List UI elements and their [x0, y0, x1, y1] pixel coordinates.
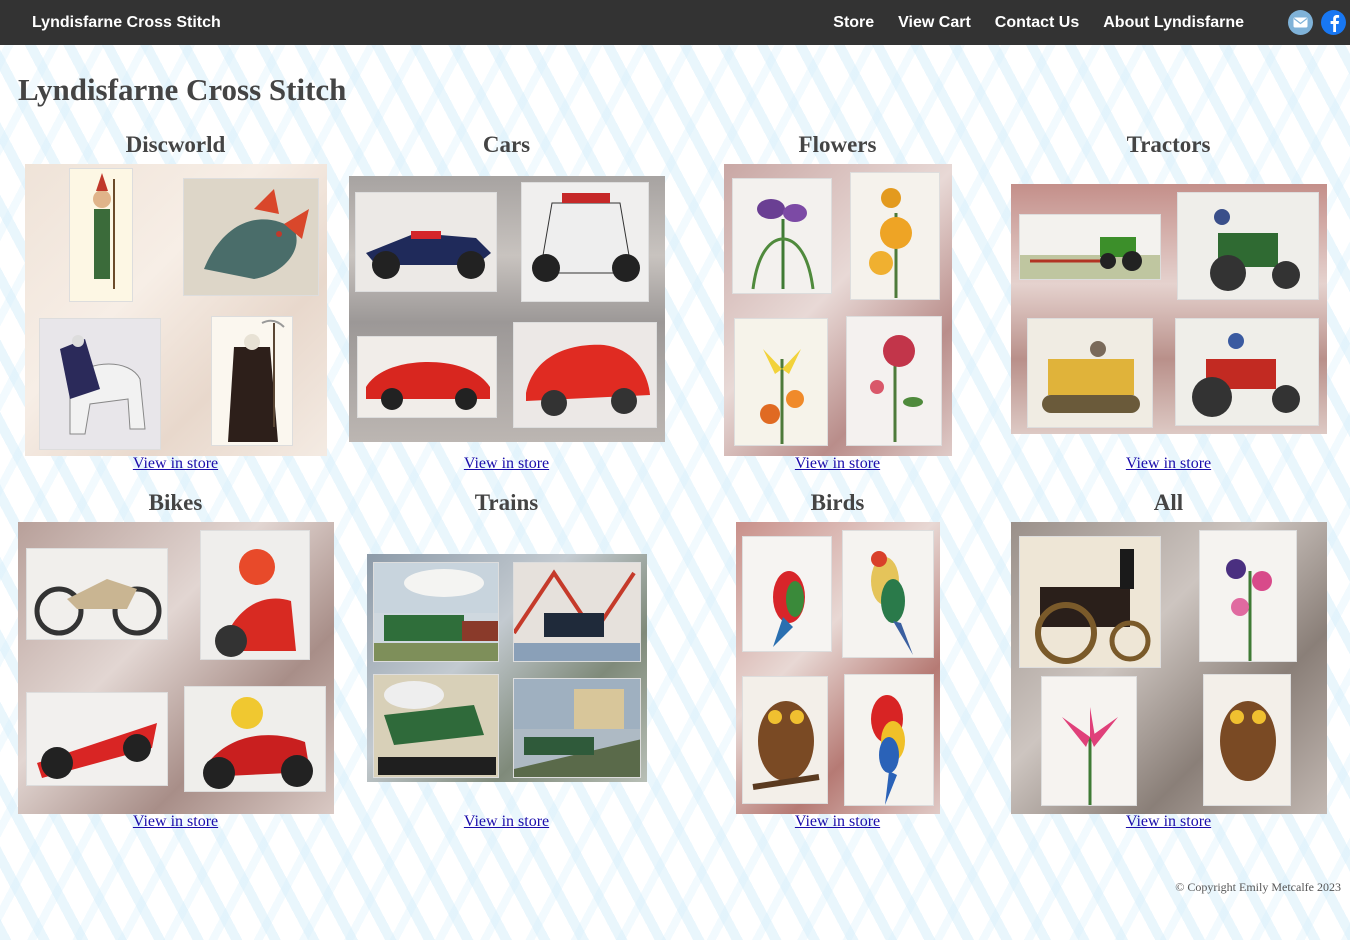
tile-f1-redbull — [354, 192, 497, 292]
category-image-all[interactable] — [1010, 522, 1327, 814]
category-image-discworld[interactable] — [24, 164, 327, 456]
category-image-flowers[interactable] — [723, 164, 952, 456]
tile-macaw — [843, 674, 934, 806]
category-grid: Discworld View in store Cars View in sto… — [10, 130, 1341, 838]
tile-dragon — [182, 178, 319, 296]
tile-sweet-pea — [1198, 530, 1297, 662]
tile-lily — [733, 318, 828, 446]
nav-contact-link[interactable]: Contact Us — [995, 14, 1079, 32]
tile-owl-all — [1202, 674, 1291, 806]
tile-jaguar — [356, 336, 497, 418]
tile-f1-honda — [520, 182, 649, 302]
category-title: All — [1153, 490, 1184, 515]
view-in-store-link[interactable]: View in store — [1003, 813, 1334, 831]
category-image-birds[interactable] — [735, 522, 940, 814]
copyright-footer: © Copyright Emily Metcalfe 2023 — [1175, 880, 1341, 894]
page-title: Lyndisfarne Cross Stitch — [18, 72, 347, 107]
mail-icon[interactable] — [1288, 10, 1313, 35]
view-in-store-link[interactable]: View in store — [341, 813, 672, 831]
nav-links: Store View Cart Contact Us About Lyndisf… — [809, 14, 1244, 32]
category-title: Flowers — [798, 132, 877, 157]
category-card-flowers: Flowers View in store — [672, 130, 1003, 480]
tile-green-tractor-plough — [1018, 214, 1161, 280]
category-image-trains[interactable] — [366, 554, 647, 782]
view-in-store-link[interactable]: View in store — [10, 455, 341, 473]
category-image-tractors[interactable] — [1010, 184, 1327, 434]
tile-forth-bridge — [512, 562, 641, 662]
category-card-bikes: Bikes View in store — [10, 488, 341, 838]
tile-rosella — [741, 536, 832, 652]
category-card-birds: Birds View in store — [672, 488, 1003, 838]
tile-railway-station — [512, 678, 641, 778]
top-navbar: Lyndisfarne Cross Stitch Store View Cart… — [0, 0, 1350, 45]
category-card-cars: Cars View in store — [341, 130, 672, 480]
tile-death — [210, 316, 293, 446]
tile-honda-bike — [183, 686, 326, 792]
tile-racing-bike-red — [25, 692, 168, 786]
category-title: Bikes — [148, 490, 203, 515]
category-image-bikes[interactable] — [17, 522, 334, 814]
category-image-cars[interactable] — [348, 176, 665, 442]
brand-link[interactable]: Lyndisfarne Cross Stitch — [32, 14, 221, 32]
category-card-tractors: Tractors View in store — [1003, 130, 1334, 480]
tile-traction-engine — [1018, 536, 1161, 668]
view-in-store-link[interactable]: View in store — [341, 455, 672, 473]
category-title: Trains — [474, 490, 539, 515]
nav-store-link[interactable]: Store — [833, 14, 874, 32]
social-icons — [1280, 10, 1346, 35]
view-in-store-link[interactable]: View in store — [10, 813, 341, 831]
category-title: Birds — [810, 490, 865, 515]
tile-red-tractor — [1174, 318, 1319, 426]
category-title: Tractors — [1126, 132, 1211, 157]
tile-racer-helmet — [199, 530, 310, 660]
tile-pink-rose — [845, 316, 942, 446]
tile-crawler-dozer — [1026, 318, 1153, 428]
view-in-store-link[interactable]: View in store — [672, 455, 1003, 473]
tile-pale-headed-rosella — [841, 530, 934, 658]
tile-vintage-green-tractor — [1176, 192, 1319, 300]
view-in-store-link[interactable]: View in store — [672, 813, 1003, 831]
facebook-icon[interactable] — [1321, 10, 1346, 35]
tile-classic-motorbike — [25, 548, 168, 640]
category-card-discworld: Discworld View in store — [10, 130, 341, 480]
category-card-all: All View in store — [1003, 488, 1334, 838]
tile-owl — [741, 676, 828, 804]
tile-speed-to-the-west — [372, 674, 499, 778]
category-title: Cars — [482, 132, 531, 157]
tile-yellow-rose — [849, 172, 940, 300]
nav-view-cart-link[interactable]: View Cart — [898, 14, 971, 32]
tile-flying-scotsman — [372, 562, 499, 662]
category-title: Discworld — [125, 132, 226, 157]
tile-stargazer-lily — [1040, 676, 1137, 806]
tile-iris — [731, 178, 832, 294]
tile-citroen — [512, 322, 657, 428]
tile-rincewind — [68, 168, 133, 302]
nav-about-link[interactable]: About Lyndisfarne — [1103, 14, 1244, 32]
view-in-store-link[interactable]: View in store — [1003, 455, 1334, 473]
tile-death-horse — [38, 318, 161, 450]
category-card-trains: Trains View in store — [341, 488, 672, 838]
